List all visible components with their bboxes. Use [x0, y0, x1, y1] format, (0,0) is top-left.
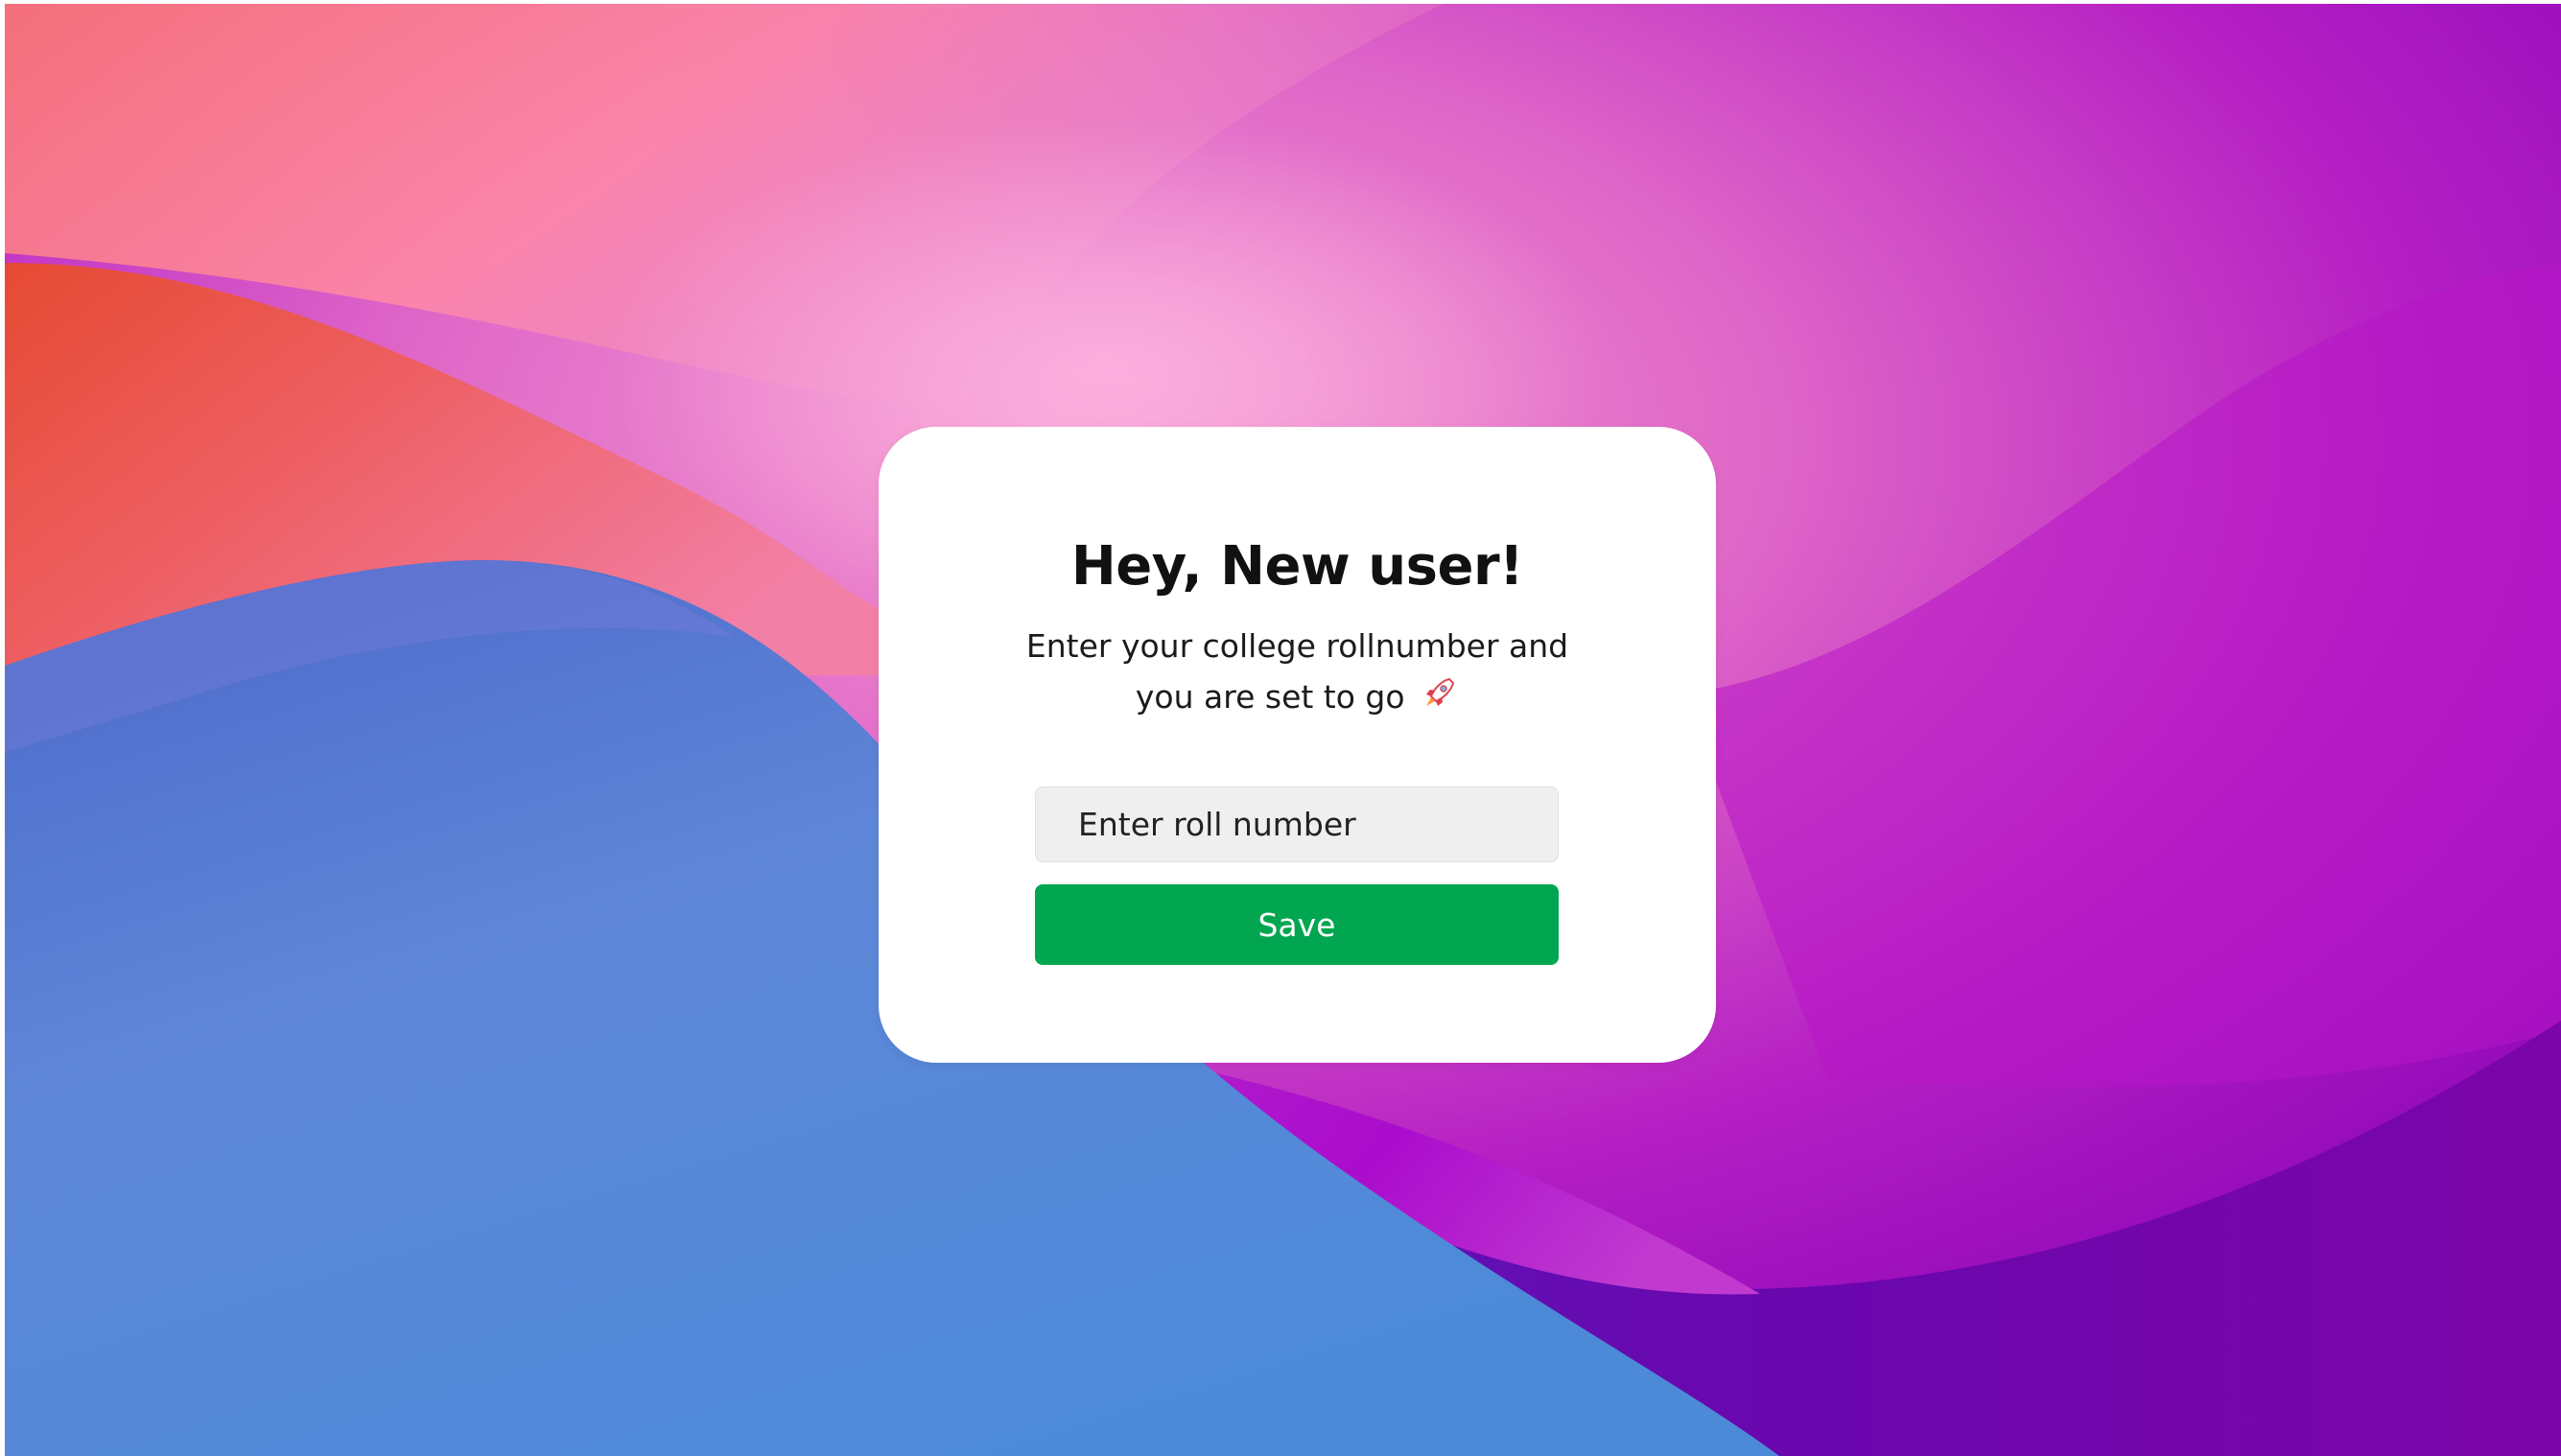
onboarding-card: Hey, New user! Enter your college rollnu…	[879, 427, 1716, 1063]
save-button[interactable]: Save	[1035, 884, 1559, 965]
roll-number-field[interactable]	[1035, 787, 1559, 862]
desktop-wallpaper-stage: Hey, New user! Enter your college rollnu…	[5, 4, 2561, 1456]
page-title: Hey, New user!	[1070, 535, 1524, 598]
page-subtitle: Enter your college rollnumber and you ar…	[994, 621, 1601, 726]
roll-number-input[interactable]	[1036, 787, 1558, 861]
subtitle-text: Enter your college rollnumber and you ar…	[1025, 627, 1569, 716]
rocket-icon	[1421, 673, 1459, 726]
